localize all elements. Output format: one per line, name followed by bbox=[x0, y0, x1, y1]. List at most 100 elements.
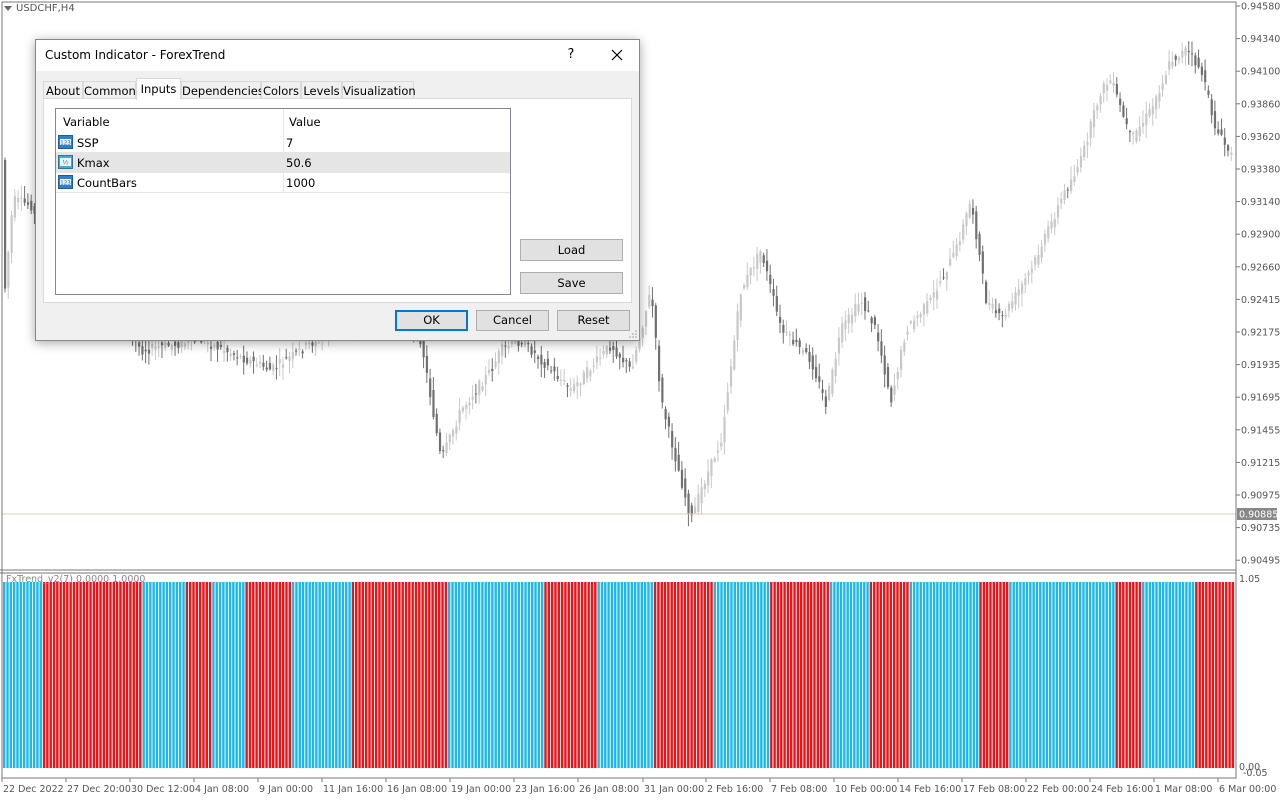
indicator-bar-up bbox=[604, 582, 607, 768]
indicator-bar-up bbox=[155, 582, 159, 768]
candle-body bbox=[808, 352, 811, 362]
close-button[interactable] bbox=[603, 43, 631, 67]
candle-body bbox=[788, 333, 791, 336]
indicator-bar-down bbox=[92, 582, 96, 768]
indicator-bar-up bbox=[175, 582, 179, 768]
tab-levels[interactable]: Levels bbox=[301, 81, 342, 99]
help-button[interactable]: ? bbox=[564, 44, 578, 66]
svg-text:123: 123 bbox=[60, 140, 71, 146]
price-tick-label: 0.91695 bbox=[1241, 393, 1280, 404]
indicator-bar-down bbox=[364, 582, 368, 768]
candle-body bbox=[308, 342, 311, 344]
ok-button[interactable]: OK bbox=[395, 310, 468, 331]
input-value[interactable]: 1000 bbox=[286, 176, 315, 190]
indicator-bar-down bbox=[1211, 582, 1215, 768]
indicator-bar-up bbox=[966, 582, 969, 768]
indicator-bar-down bbox=[544, 582, 547, 768]
candle-body bbox=[1109, 80, 1112, 84]
indicator-bar-up bbox=[736, 582, 740, 768]
column-header-value[interactable]: Value bbox=[289, 115, 321, 129]
price-tick-label: 0.93620 bbox=[1241, 132, 1280, 143]
candle-body bbox=[850, 314, 854, 324]
indicator-bar-up bbox=[328, 582, 331, 768]
indicator-bar-down bbox=[288, 582, 292, 768]
candle-body bbox=[1027, 272, 1030, 276]
candle-body bbox=[965, 213, 968, 227]
candle-body bbox=[658, 345, 661, 382]
input-row-ssp[interactable]: 123 SSP 7 bbox=[56, 133, 510, 153]
candle-body bbox=[1161, 83, 1164, 90]
reset-button[interactable]: Reset bbox=[557, 310, 630, 331]
candle-body bbox=[1197, 57, 1200, 68]
input-value[interactable]: 50.6 bbox=[286, 156, 312, 170]
indicator-bar-down bbox=[1228, 582, 1231, 768]
load-button[interactable]: Load bbox=[520, 239, 623, 261]
indicator-bar-down bbox=[252, 582, 255, 768]
resize-grip-icon[interactable] bbox=[629, 330, 637, 338]
indicator-bar-up bbox=[165, 582, 169, 768]
indicator-bar-up bbox=[1155, 582, 1158, 768]
dialog-titlebar[interactable]: Custom Indicator - ForexTrend ? bbox=[36, 40, 639, 71]
indicator-bar-up bbox=[238, 582, 242, 768]
tab-visualization[interactable]: Visualization bbox=[342, 81, 416, 99]
input-value[interactable]: 7 bbox=[286, 136, 293, 150]
indicator-bar-up bbox=[1039, 582, 1042, 768]
indicator-bar-down bbox=[577, 582, 580, 768]
indicator-bar-down bbox=[355, 582, 358, 768]
input-row-kmax[interactable]: ½ Kmax 50.6 bbox=[56, 153, 510, 173]
time-tick-label: 7 Feb 08:00 bbox=[771, 784, 827, 795]
candle-body bbox=[510, 340, 514, 345]
inputs-table[interactable]: Variable Value 123 SSP 7 ½ Kmax 50.6 123… bbox=[55, 108, 511, 295]
candle-body bbox=[1181, 50, 1184, 58]
indicator-bar-up bbox=[1045, 582, 1049, 768]
candle-body bbox=[837, 337, 841, 354]
candle-body bbox=[1079, 156, 1083, 168]
candle-body bbox=[1037, 254, 1040, 265]
candle-body bbox=[883, 355, 886, 375]
save-button[interactable]: Save bbox=[520, 272, 623, 294]
indicator-bar-up bbox=[617, 582, 620, 768]
tab-colors[interactable]: Colors bbox=[261, 81, 301, 99]
candle-body bbox=[216, 342, 219, 350]
chart-symbol-label[interactable]: USDCHF,H4 bbox=[4, 3, 75, 14]
candle-body bbox=[1030, 268, 1033, 273]
candle-body bbox=[481, 386, 484, 391]
indicator-bar-down bbox=[441, 582, 444, 768]
indicator-bar-down bbox=[580, 582, 584, 768]
candle-body bbox=[631, 366, 635, 369]
candle-body bbox=[1017, 289, 1020, 296]
indicator-bar-down bbox=[590, 582, 594, 768]
tab-common[interactable]: Common bbox=[83, 81, 136, 99]
candle-body bbox=[579, 383, 582, 386]
indicator-bar-up bbox=[633, 582, 637, 768]
candle-body bbox=[831, 369, 834, 394]
candle-body bbox=[1171, 61, 1174, 67]
candle-body bbox=[749, 267, 752, 276]
candle-body bbox=[929, 297, 932, 301]
candle-body bbox=[635, 349, 638, 362]
indicator-bar-up bbox=[849, 582, 853, 768]
input-row-countbars[interactable]: 123 CountBars 1000 bbox=[56, 173, 510, 193]
candle-body bbox=[572, 384, 576, 391]
tab-inputs[interactable]: Inputs bbox=[136, 78, 181, 100]
indicator-bar-up bbox=[1175, 582, 1178, 768]
candle-body bbox=[697, 493, 700, 512]
indicator-bar-up bbox=[1158, 582, 1162, 768]
column-header-variable[interactable]: Variable bbox=[63, 115, 110, 129]
indicator-bar-down bbox=[258, 582, 262, 768]
cancel-button[interactable]: Cancel bbox=[476, 310, 549, 331]
indicator-bar-up bbox=[713, 582, 717, 768]
candle-body bbox=[1073, 176, 1076, 182]
indicator-bar-down bbox=[408, 582, 411, 768]
candle-body bbox=[1063, 190, 1066, 200]
candle-body bbox=[275, 367, 278, 369]
indicator-bar-up bbox=[1112, 582, 1115, 768]
candle-body bbox=[1141, 122, 1145, 127]
candle-body bbox=[818, 376, 821, 382]
candle-body bbox=[844, 320, 847, 330]
time-tick-label: 6 Mar 00:00 bbox=[1219, 784, 1276, 795]
indicator-bar-up bbox=[318, 582, 321, 768]
tab-about[interactable]: About bbox=[43, 81, 83, 99]
tab-dependencies[interactable]: Dependencies bbox=[181, 81, 264, 99]
candle-body bbox=[1164, 75, 1168, 84]
